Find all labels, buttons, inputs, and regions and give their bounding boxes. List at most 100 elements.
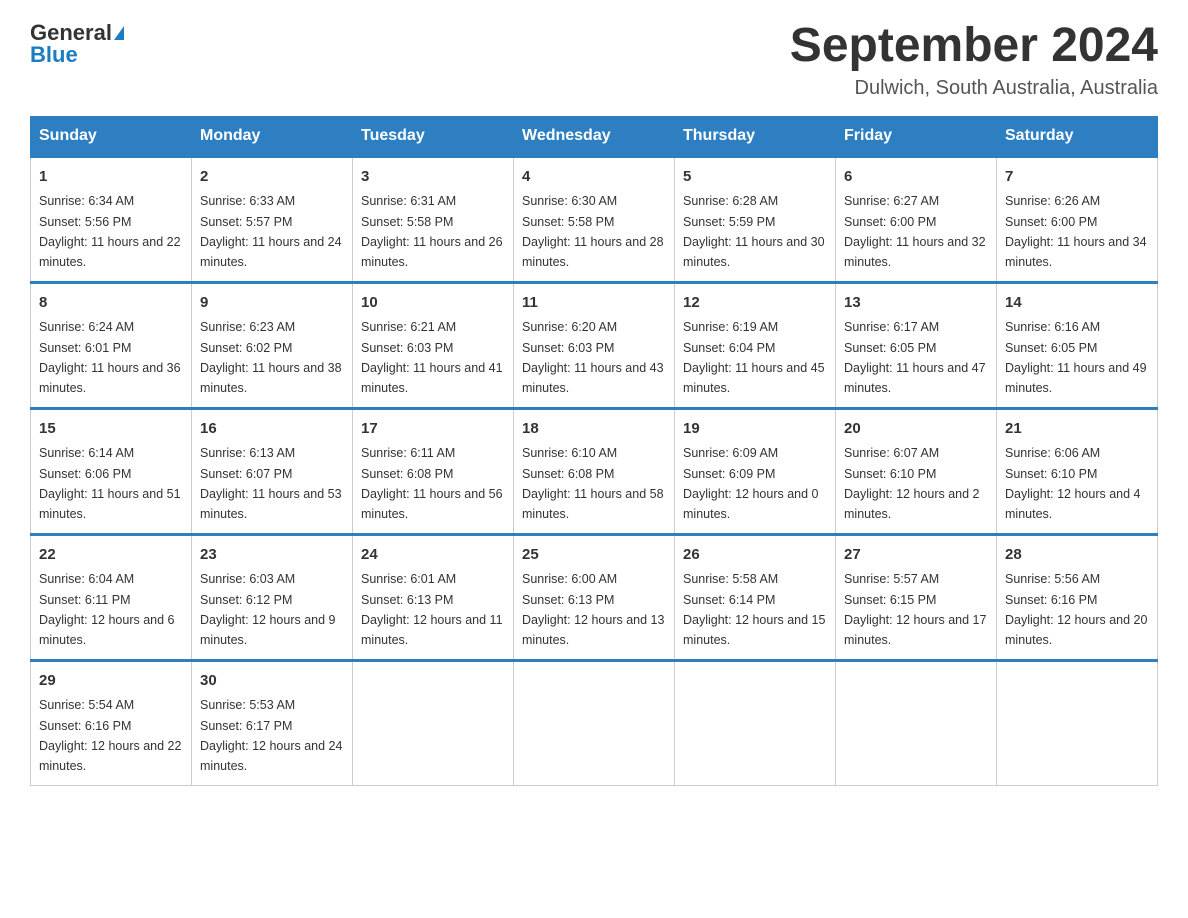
day-number: 7 — [1005, 166, 1149, 189]
day-info: Sunrise: 6:14 AMSunset: 6:06 PMDaylight:… — [39, 446, 181, 521]
calendar-cell: 4 Sunrise: 6:30 AMSunset: 5:58 PMDaylight… — [514, 156, 675, 282]
day-info: Sunrise: 6:16 AMSunset: 6:05 PMDaylight:… — [1005, 320, 1147, 395]
calendar-cell: 16 Sunrise: 6:13 AMSunset: 6:07 PMDayligh… — [192, 408, 353, 534]
calendar-cell: 6Sunrise: 6:27 AMSunset: 6:00 PMDaylight… — [836, 156, 997, 282]
calendar-cell: 26 Sunrise: 5:58 AMSunset: 6:14 PMDayligh… — [675, 534, 836, 660]
day-info: Sunrise: 5:58 AMSunset: 6:14 PMDaylight:… — [683, 572, 825, 647]
day-number: 13 — [844, 292, 988, 315]
day-number: 4 — [522, 166, 666, 189]
day-info: Sunrise: 5:54 AMSunset: 6:16 PMDaylight:… — [39, 698, 181, 773]
day-info: Sunrise: 6:21 AMSunset: 6:03 PMDaylight:… — [361, 320, 503, 395]
day-number: 8 — [39, 292, 183, 315]
calendar-cell: 11 Sunrise: 6:20 AMSunset: 6:03 PMDayligh… — [514, 282, 675, 408]
calendar-cell: 17Sunrise: 6:11 AMSunset: 6:08 PMDayligh… — [353, 408, 514, 534]
day-number: 1 — [39, 166, 183, 189]
calendar-cell: 12 Sunrise: 6:19 AMSunset: 6:04 PMDayligh… — [675, 282, 836, 408]
calendar-cell: 27 Sunrise: 5:57 AMSunset: 6:15 PMDayligh… — [836, 534, 997, 660]
day-info: Sunrise: 6:31 AMSunset: 5:58 PMDaylight:… — [361, 194, 503, 269]
day-number: 16 — [200, 418, 344, 441]
calendar-cell — [514, 660, 675, 785]
column-header-friday: Friday — [836, 116, 997, 156]
calendar-cell: 10 Sunrise: 6:21 AMSunset: 6:03 PMDayligh… — [353, 282, 514, 408]
day-number: 25 — [522, 544, 666, 567]
day-number: 29 — [39, 670, 183, 693]
calendar-cell: 2Sunrise: 6:33 AMSunset: 5:57 PMDaylight… — [192, 156, 353, 282]
calendar-table: SundayMondayTuesdayWednesdayThursdayFrid… — [30, 116, 1158, 786]
day-number: 30 — [200, 670, 344, 693]
day-number: 24 — [361, 544, 505, 567]
calendar-cell: 28 Sunrise: 5:56 AMSunset: 6:16 PMDayligh… — [997, 534, 1158, 660]
day-info: Sunrise: 6:23 AMSunset: 6:02 PMDaylight:… — [200, 320, 342, 395]
column-header-wednesday: Wednesday — [514, 116, 675, 156]
day-number: 22 — [39, 544, 183, 567]
day-info: Sunrise: 5:53 AMSunset: 6:17 PMDaylight:… — [200, 698, 342, 773]
day-info: Sunrise: 6:11 AMSunset: 6:08 PMDaylight:… — [361, 446, 503, 521]
week-row: 22 Sunrise: 6:04 AMSunset: 6:11 PMDayligh… — [31, 534, 1158, 660]
day-info: Sunrise: 6:13 AMSunset: 6:07 PMDaylight:… — [200, 446, 342, 521]
day-number: 18 — [522, 418, 666, 441]
header: General Blue September 2024 Dulwich, Sou… — [30, 20, 1158, 100]
calendar-cell: 1Sunrise: 6:34 AMSunset: 5:56 PMDaylight… — [31, 156, 192, 282]
day-number: 5 — [683, 166, 827, 189]
week-row: 15 Sunrise: 6:14 AMSunset: 6:06 PMDayligh… — [31, 408, 1158, 534]
day-number: 9 — [200, 292, 344, 315]
day-number: 12 — [683, 292, 827, 315]
day-info: Sunrise: 5:57 AMSunset: 6:15 PMDaylight:… — [844, 572, 986, 647]
day-info: Sunrise: 6:30 AMSunset: 5:58 PMDaylight:… — [522, 194, 664, 269]
calendar-cell: 7 Sunrise: 6:26 AMSunset: 6:00 PMDaylight… — [997, 156, 1158, 282]
title-area: September 2024 Dulwich, South Australia,… — [790, 20, 1158, 100]
calendar-cell: 29 Sunrise: 5:54 AMSunset: 6:16 PMDayligh… — [31, 660, 192, 785]
day-number: 14 — [1005, 292, 1149, 315]
day-info: Sunrise: 6:20 AMSunset: 6:03 PMDaylight:… — [522, 320, 664, 395]
calendar-cell: 5 Sunrise: 6:28 AMSunset: 5:59 PMDaylight… — [675, 156, 836, 282]
column-header-thursday: Thursday — [675, 116, 836, 156]
day-number: 2 — [200, 166, 344, 189]
calendar-cell: 30 Sunrise: 5:53 AMSunset: 6:17 PMDayligh… — [192, 660, 353, 785]
calendar-cell: 15 Sunrise: 6:14 AMSunset: 6:06 PMDayligh… — [31, 408, 192, 534]
day-info: Sunrise: 6:03 AMSunset: 6:12 PMDaylight:… — [200, 572, 336, 647]
calendar-cell: 22 Sunrise: 6:04 AMSunset: 6:11 PMDayligh… — [31, 534, 192, 660]
day-info: Sunrise: 6:17 AMSunset: 6:05 PMDaylight:… — [844, 320, 986, 395]
location: Dulwich, South Australia, Australia — [790, 77, 1158, 100]
day-info: Sunrise: 5:56 AMSunset: 6:16 PMDaylight:… — [1005, 572, 1147, 647]
calendar-cell: 18 Sunrise: 6:10 AMSunset: 6:08 PMDayligh… — [514, 408, 675, 534]
calendar-cell: 3 Sunrise: 6:31 AMSunset: 5:58 PMDaylight… — [353, 156, 514, 282]
day-number: 11 — [522, 292, 666, 315]
calendar-cell: 19Sunrise: 6:09 AMSunset: 6:09 PMDayligh… — [675, 408, 836, 534]
day-number: 15 — [39, 418, 183, 441]
column-header-sunday: Sunday — [31, 116, 192, 156]
day-info: Sunrise: 6:19 AMSunset: 6:04 PMDaylight:… — [683, 320, 825, 395]
day-number: 10 — [361, 292, 505, 315]
day-info: Sunrise: 6:24 AMSunset: 6:01 PMDaylight:… — [39, 320, 181, 395]
day-number: 21 — [1005, 418, 1149, 441]
day-info: Sunrise: 6:04 AMSunset: 6:11 PMDaylight:… — [39, 572, 175, 647]
calendar-cell: 20Sunrise: 6:07 AMSunset: 6:10 PMDayligh… — [836, 408, 997, 534]
header-row: SundayMondayTuesdayWednesdayThursdayFrid… — [31, 116, 1158, 156]
day-info: Sunrise: 6:10 AMSunset: 6:08 PMDaylight:… — [522, 446, 664, 521]
day-number: 27 — [844, 544, 988, 567]
column-header-saturday: Saturday — [997, 116, 1158, 156]
logo: General Blue — [30, 20, 124, 68]
day-info: Sunrise: 6:09 AMSunset: 6:09 PMDaylight:… — [683, 446, 819, 521]
calendar-cell — [353, 660, 514, 785]
column-header-tuesday: Tuesday — [353, 116, 514, 156]
day-number: 28 — [1005, 544, 1149, 567]
calendar-cell: 23 Sunrise: 6:03 AMSunset: 6:12 PMDayligh… — [192, 534, 353, 660]
day-info: Sunrise: 6:06 AMSunset: 6:10 PMDaylight:… — [1005, 446, 1141, 521]
calendar-cell: 21 Sunrise: 6:06 AMSunset: 6:10 PMDayligh… — [997, 408, 1158, 534]
day-number: 3 — [361, 166, 505, 189]
column-header-monday: Monday — [192, 116, 353, 156]
day-number: 23 — [200, 544, 344, 567]
day-info: Sunrise: 6:28 AMSunset: 5:59 PMDaylight:… — [683, 194, 825, 269]
week-row: 29 Sunrise: 5:54 AMSunset: 6:16 PMDayligh… — [31, 660, 1158, 785]
day-number: 6 — [844, 166, 988, 189]
calendar-cell: 25 Sunrise: 6:00 AMSunset: 6:13 PMDayligh… — [514, 534, 675, 660]
day-info: Sunrise: 6:26 AMSunset: 6:00 PMDaylight:… — [1005, 194, 1147, 269]
calendar-cell: 14 Sunrise: 6:16 AMSunset: 6:05 PMDayligh… — [997, 282, 1158, 408]
logo-triangle-icon — [114, 26, 124, 40]
day-info: Sunrise: 6:00 AMSunset: 6:13 PMDaylight:… — [522, 572, 664, 647]
day-number: 20 — [844, 418, 988, 441]
calendar-cell — [836, 660, 997, 785]
day-number: 26 — [683, 544, 827, 567]
calendar-cell — [675, 660, 836, 785]
